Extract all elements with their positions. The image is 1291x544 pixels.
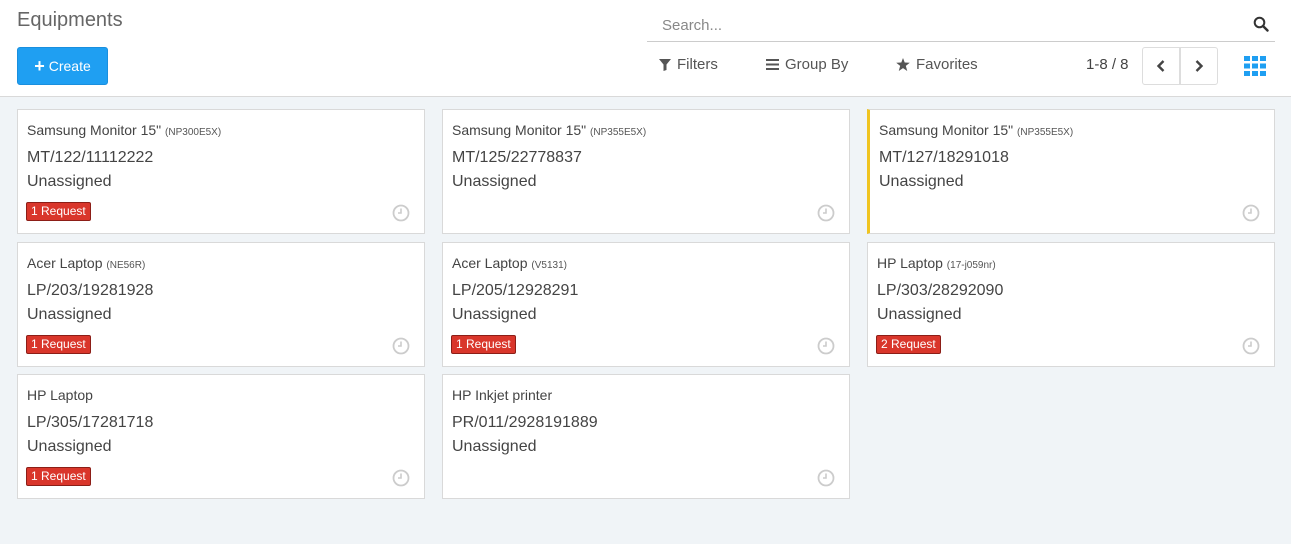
create-button[interactable]: + Create (17, 47, 108, 85)
card-serial: MT/122/11112222 (27, 149, 154, 166)
request-badge[interactable]: 2 Request (876, 335, 941, 354)
card-model: (NE56R) (106, 260, 146, 271)
control-panel: Equipments + Create Filters Group By Fav… (0, 0, 1291, 97)
clock-icon[interactable] (817, 337, 835, 355)
card-name: Acer Laptop (452, 255, 528, 271)
card-owner: Unassigned (452, 306, 537, 323)
create-button-label: Create (48, 58, 91, 74)
card-model: (NP355E5X) (1017, 127, 1074, 138)
page-title: Equipments (17, 9, 123, 31)
request-badge[interactable]: 1 Request (451, 335, 516, 354)
chevron-left-icon (1156, 60, 1165, 72)
card-serial: MT/125/22778837 (452, 149, 582, 166)
clock-icon[interactable] (1242, 337, 1260, 355)
groupby-label: Group By (785, 56, 849, 73)
favorites-button[interactable]: Favorites (896, 56, 978, 73)
clock-icon[interactable] (817, 469, 835, 487)
clock-icon[interactable] (817, 204, 835, 222)
pager-value[interactable]: 1-8 / 8 (1086, 56, 1129, 73)
card-serial: LP/305/17281718 (27, 414, 154, 431)
search-bar (647, 8, 1275, 42)
equipment-card[interactable]: HP Laptop (17-j059nr) LP/303/28292090 Un… (867, 242, 1275, 367)
equipment-card[interactable]: Samsung Monitor 15" (NP355E5X) MT/125/22… (442, 109, 850, 234)
card-owner: Unassigned (452, 438, 537, 455)
card-model: (NP300E5X) (165, 127, 222, 138)
favorites-label: Favorites (916, 56, 978, 73)
clock-icon[interactable] (392, 337, 410, 355)
groupby-button[interactable]: Group By (766, 56, 848, 73)
card-serial: LP/303/28292090 (877, 282, 1004, 299)
card-owner: Unassigned (27, 306, 112, 323)
card-model: (NP355E5X) (590, 127, 647, 138)
request-badge[interactable]: 1 Request (26, 467, 91, 486)
clock-icon[interactable] (392, 204, 410, 222)
equipment-card[interactable]: Samsung Monitor 15" (NP355E5X) MT/127/18… (867, 109, 1275, 234)
card-name: HP Inkjet printer (452, 387, 553, 403)
equipment-card[interactable]: HP Laptop LP/305/17281718 Unassigned 1 R… (17, 374, 425, 499)
request-badge[interactable]: 1 Request (26, 335, 91, 354)
pager-previous-button[interactable] (1142, 47, 1180, 85)
bars-icon (766, 59, 779, 70)
search-input[interactable] (662, 13, 1242, 37)
card-serial: PR/011/2928191889 (452, 414, 598, 431)
request-badge[interactable]: 1 Request (26, 202, 91, 221)
equipment-card[interactable]: HP Inkjet printer PR/011/2928191889 Unas… (442, 374, 850, 499)
filters-label: Filters (677, 56, 718, 73)
plus-icon: + (34, 56, 45, 76)
kanban-view-icon[interactable] (1243, 55, 1267, 77)
card-name: HP Laptop (877, 255, 943, 271)
card-owner: Unassigned (879, 173, 964, 190)
card-model: (V5131) (531, 260, 567, 271)
card-serial: LP/203/19281928 (27, 282, 154, 299)
card-name: Samsung Monitor 15" (879, 122, 1014, 138)
card-model: (17-j059nr) (946, 260, 996, 271)
filters-button[interactable]: Filters (659, 56, 718, 73)
card-owner: Unassigned (27, 438, 112, 455)
equipment-card[interactable]: Samsung Monitor 15" (NP300E5X) MT/122/11… (17, 109, 425, 234)
clock-icon[interactable] (1242, 204, 1260, 222)
equipment-card[interactable]: Acer Laptop (V5131) LP/205/12928291 Unas… (442, 242, 850, 367)
card-serial: MT/127/18291018 (879, 149, 1009, 166)
card-name: HP Laptop (27, 387, 93, 403)
equipment-card[interactable]: Acer Laptop (NE56R) LP/203/19281928 Unas… (17, 242, 425, 367)
chevron-right-icon (1195, 60, 1204, 72)
clock-icon[interactable] (392, 469, 410, 487)
card-name: Samsung Monitor 15" (27, 122, 162, 138)
card-owner: Unassigned (877, 306, 962, 323)
card-serial: LP/205/12928291 (452, 282, 579, 299)
filter-icon (659, 58, 671, 71)
star-icon (896, 58, 910, 71)
card-owner: Unassigned (27, 173, 112, 190)
search-icon[interactable] (1253, 16, 1269, 32)
pager-next-button[interactable] (1180, 47, 1218, 85)
card-name: Acer Laptop (27, 255, 103, 271)
card-owner: Unassigned (452, 173, 537, 190)
card-name: Samsung Monitor 15" (452, 122, 587, 138)
